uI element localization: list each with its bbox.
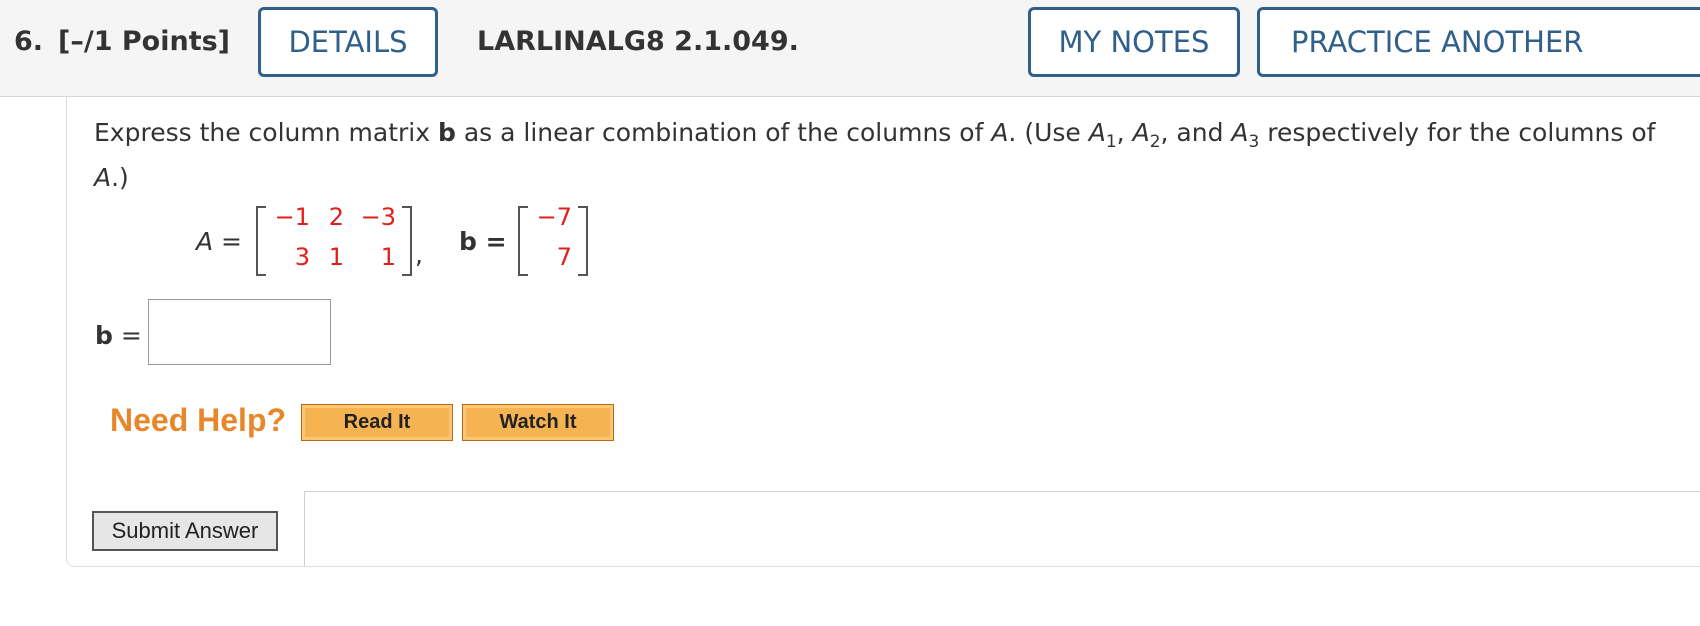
vector-b-cell: 7 [556, 243, 572, 271]
matrix-separator-comma: , [415, 240, 423, 269]
matrix-a-cell: 1 [380, 243, 396, 271]
practice-another-button[interactable]: PRACTICE ANOTHER [1257, 7, 1700, 77]
submit-answer-button[interactable]: Submit Answer [92, 511, 278, 551]
question-number: 6. [14, 26, 44, 57]
need-help-label: Need Help? [110, 402, 287, 438]
answer-input[interactable] [148, 299, 331, 365]
read-it-button[interactable]: Read It [301, 404, 453, 441]
matrix-a-cell: 1 [328, 243, 344, 271]
vector-b-label: b = [459, 227, 507, 256]
matrix-a-right-bracket [402, 206, 412, 276]
my-notes-button[interactable]: MY NOTES [1028, 7, 1240, 77]
answer-label: b = [95, 321, 142, 350]
question-id: LARLINALG8 2.1.049. [477, 26, 799, 57]
matrix-a-cell: −3 [360, 203, 396, 231]
details-button[interactable]: DETAILS [258, 7, 438, 77]
footer-divider [304, 491, 1700, 492]
matrix-a-left-bracket [256, 206, 266, 276]
vector-b-cell: −7 [536, 203, 572, 231]
question-prompt: Express the column matrix b as a linear … [94, 118, 1656, 192]
matrix-a-label: A = [196, 227, 242, 256]
vector-b-right-bracket [578, 206, 588, 276]
watch-it-button[interactable]: Watch It [462, 404, 614, 441]
vector-b-left-bracket [518, 206, 528, 276]
vector-b: b [437, 118, 456, 147]
points-label: [–/1 Points] [58, 26, 231, 57]
matrix-a-cell: −1 [274, 203, 310, 231]
matrix-a-cell: 3 [294, 243, 310, 271]
matrix-a-cell: 2 [328, 203, 344, 231]
footer-divider-vertical [304, 491, 305, 566]
question-header: 6. [–/1 Points] DETAILS LARLINALG8 2.1.0… [0, 0, 1700, 97]
